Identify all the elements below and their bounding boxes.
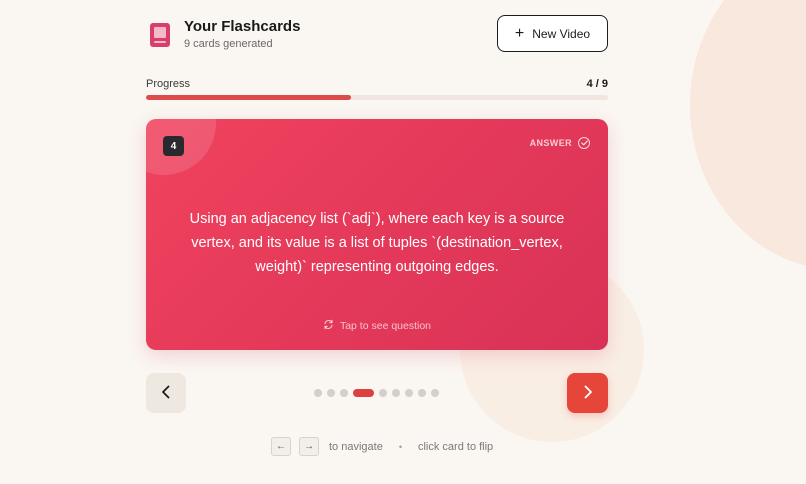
progress-fill <box>146 95 352 100</box>
pagination-dot[interactable] <box>379 389 387 397</box>
new-video-button[interactable]: + New Video <box>497 15 608 52</box>
answer-tag: ANSWER <box>530 137 590 149</box>
previous-card-button[interactable] <box>146 373 186 413</box>
flip-card-hint: click card to flip <box>417 440 494 453</box>
keyboard-hints: ← → to navigate • click card to flip <box>271 437 493 456</box>
chevron-left-icon <box>161 385 171 402</box>
background-blob <box>690 0 806 270</box>
pagination-dot[interactable] <box>392 389 400 397</box>
navigate-hint: to navigate <box>329 440 383 453</box>
pagination-dot[interactable] <box>418 389 426 397</box>
progress-label: Progress <box>146 78 191 90</box>
progress-bar <box>146 95 608 100</box>
flashcard[interactable]: 4 ANSWER Using an adjacency list (`adj`)… <box>146 119 608 350</box>
flip-hint: Tap to see question <box>146 319 608 333</box>
flashcards-page: Your Flashcards 9 cards generated + New … <box>0 0 806 484</box>
plus-icon: + <box>514 24 525 42</box>
chevron-right-icon <box>583 385 593 402</box>
pagination-dot[interactable] <box>327 389 335 397</box>
pagination-dot[interactable] <box>431 389 439 397</box>
page-title: Your Flashcards <box>184 18 301 35</box>
next-card-button[interactable] <box>567 373 608 413</box>
pagination-dot[interactable] <box>314 389 322 397</box>
card-number-badge: 4 <box>163 136 184 156</box>
pagination-dot-active[interactable] <box>353 389 374 397</box>
check-circle-icon <box>578 137 590 149</box>
cards-count-subtitle: 9 cards generated <box>184 38 273 50</box>
card-pagination-dots <box>314 389 439 397</box>
flip-icon <box>323 319 334 333</box>
card-answer-text: Using an adjacency list (`adj`), where e… <box>189 211 565 275</box>
flashcards-icon <box>150 23 170 47</box>
hint-separator: • <box>398 441 402 452</box>
progress-count: 4 / 9 <box>586 78 608 90</box>
new-video-label: New Video <box>532 26 591 41</box>
left-arrow-key: ← <box>271 437 291 456</box>
flip-hint-label: Tap to see question <box>339 320 432 332</box>
pagination-dot[interactable] <box>340 389 348 397</box>
card-side-label: ANSWER <box>529 138 572 148</box>
pagination-dot[interactable] <box>405 389 413 397</box>
right-arrow-key: → <box>299 437 319 456</box>
